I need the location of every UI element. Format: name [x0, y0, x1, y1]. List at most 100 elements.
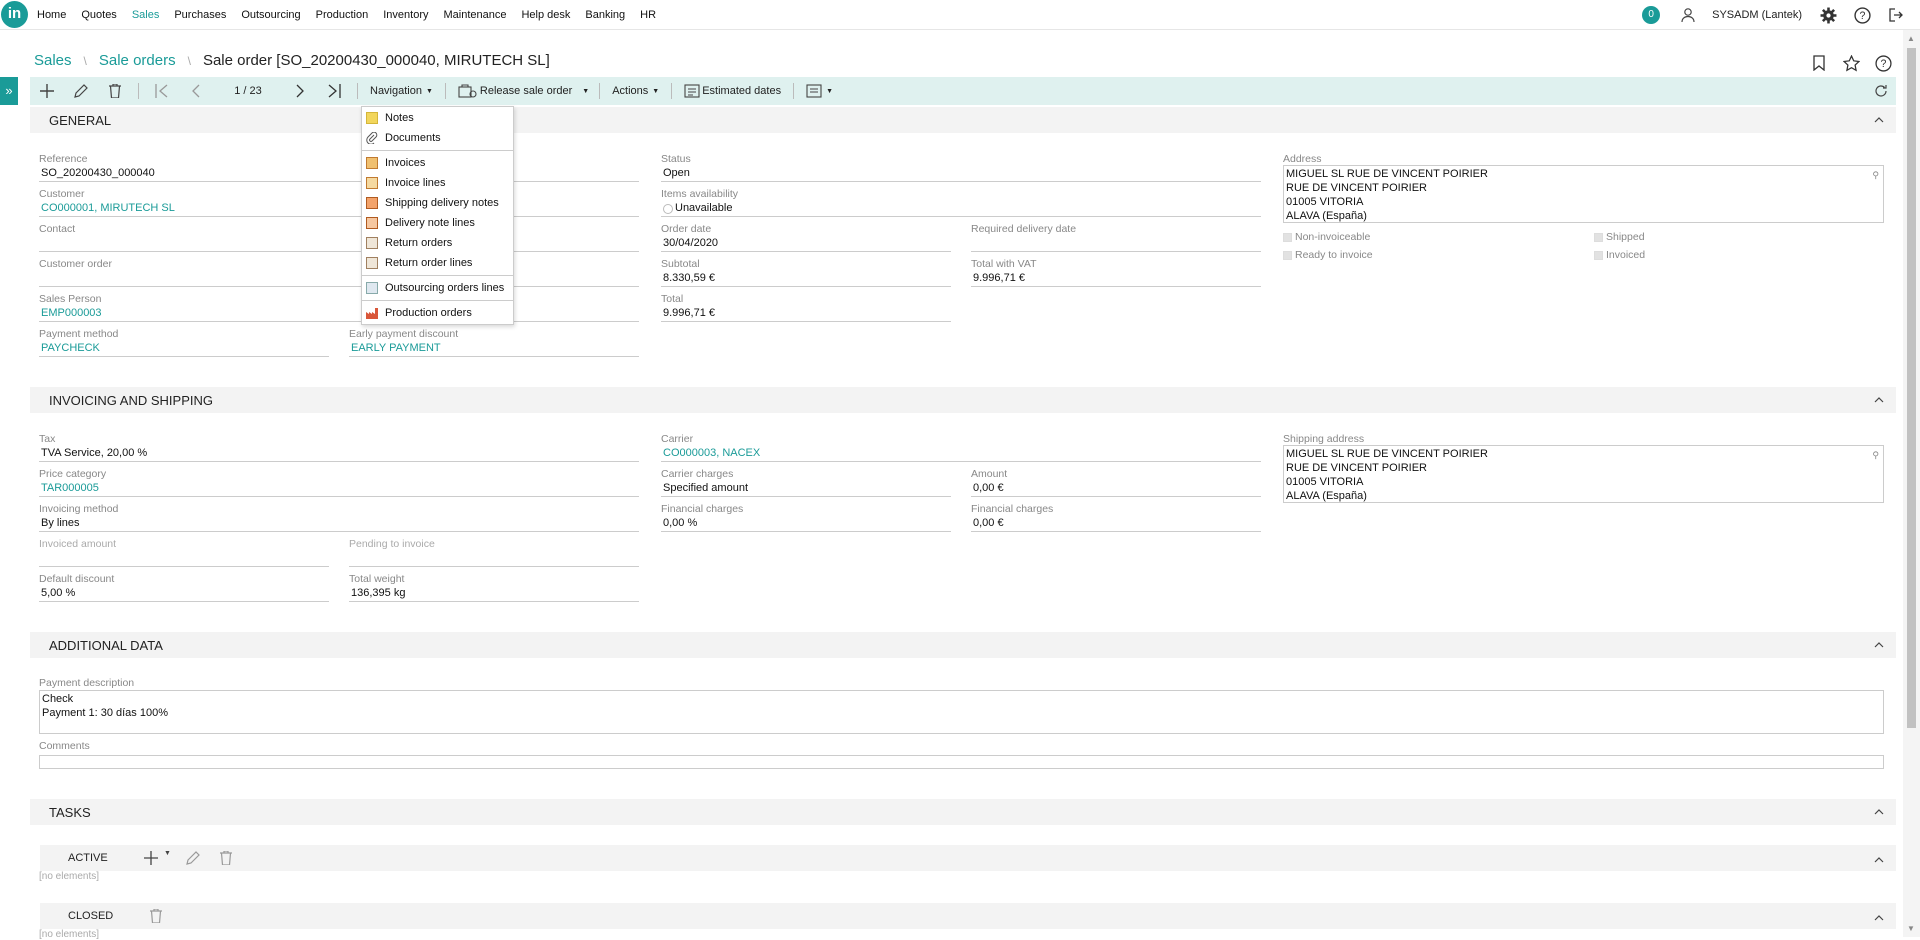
- reference-value[interactable]: SO_20200430_000040: [39, 166, 639, 182]
- edit-task-pencil-icon[interactable]: [186, 851, 200, 868]
- carrier-field: Carrier CO000003, NACEX: [661, 433, 1261, 462]
- financial-charges-amount-value[interactable]: 0,00 €: [971, 516, 1261, 532]
- release-options-dropdown[interactable]: ▼: [578, 88, 593, 95]
- invoicing-method-value[interactable]: By lines: [39, 516, 639, 532]
- add-task-icon[interactable]: [144, 851, 158, 868]
- menu-item-invoices[interactable]: Invoices: [362, 153, 513, 173]
- order-date-value[interactable]: 30/04/2020: [661, 236, 951, 252]
- menu-item-notes[interactable]: Notes: [362, 108, 513, 128]
- delete-task-trash-icon[interactable]: [150, 908, 162, 926]
- menu-item-label: Invoices: [385, 157, 426, 169]
- edit-pencil-icon[interactable]: [64, 77, 98, 105]
- menu-item-invoice-lines[interactable]: Invoice lines: [362, 173, 513, 193]
- collapse-chevron-icon[interactable]: [1874, 806, 1884, 818]
- collapse-chevron-icon[interactable]: [1874, 639, 1884, 651]
- menu-item-return-orders[interactable]: Return orders: [362, 233, 513, 253]
- map-pin-icon[interactable]: ⚲: [1872, 168, 1879, 182]
- caret-down-icon[interactable]: ▼: [164, 850, 171, 857]
- nav-sales[interactable]: Sales: [132, 9, 160, 21]
- menu-item-delivery-note-lines[interactable]: Delivery note lines: [362, 213, 513, 233]
- actions-menu-button[interactable]: Actions ▼: [606, 85, 665, 97]
- menu-item-documents[interactable]: Documents: [362, 128, 513, 148]
- amount-value[interactable]: 0,00 €: [971, 481, 1261, 497]
- map-pin-icon[interactable]: ⚲: [1872, 448, 1879, 462]
- settings-gear-icon[interactable]: [1818, 5, 1838, 25]
- nav-purchases[interactable]: Purchases: [174, 9, 226, 21]
- nav-home[interactable]: Home: [37, 9, 66, 21]
- collapse-chevron-icon[interactable]: [1874, 912, 1884, 924]
- menu-item-outsourcing-orders-lines[interactable]: Outsourcing orders lines: [362, 278, 513, 298]
- collapse-chevron-icon[interactable]: [1874, 394, 1884, 406]
- nav-maintenance[interactable]: Maintenance: [443, 9, 506, 21]
- tax-value[interactable]: TVA Service, 20,00 %: [39, 446, 639, 462]
- menu-item-shipping-delivery-notes[interactable]: Shipping delivery notes: [362, 193, 513, 213]
- toolbar-separator: [793, 83, 795, 99]
- help-icon[interactable]: ?: [1852, 5, 1872, 25]
- scroll-up-arrow-icon[interactable]: ▲: [1907, 34, 1915, 43]
- user-icon[interactable]: [1678, 5, 1698, 25]
- default-discount-value[interactable]: 5,00 %: [39, 586, 329, 602]
- tasks-section-header[interactable]: TASKS: [30, 799, 1896, 825]
- financial-charges-percent-value[interactable]: 0,00 %: [661, 516, 951, 532]
- carrier-charges-value[interactable]: Specified amount: [661, 481, 951, 497]
- scroll-down-arrow-icon[interactable]: ▼: [1907, 924, 1915, 933]
- ready-to-invoice-checkbox[interactable]: Ready to invoice: [1283, 249, 1373, 261]
- favorite-star-icon[interactable]: [1840, 52, 1862, 74]
- menu-item-return-order-lines[interactable]: Return order lines: [362, 253, 513, 273]
- address-box[interactable]: MIGUEL SL RUE DE VINCENT POIRIER RUE DE …: [1283, 165, 1884, 223]
- app-logo[interactable]: in: [1, 1, 28, 28]
- add-icon[interactable]: [30, 77, 64, 105]
- refresh-icon[interactable]: [1866, 77, 1896, 105]
- breadcrumb-sale-orders[interactable]: Sale orders: [99, 52, 176, 69]
- general-section-header[interactable]: GENERAL: [30, 107, 1896, 133]
- shipping-address-box[interactable]: MIGUEL SL RUE DE VINCENT POIRIER RUE DE …: [1283, 445, 1884, 503]
- bookmark-icon[interactable]: [1808, 52, 1830, 74]
- early-payment-link[interactable]: EARLY PAYMENT: [349, 341, 639, 357]
- shipped-checkbox[interactable]: Shipped: [1594, 231, 1645, 243]
- collapse-chevron-icon[interactable]: [1874, 114, 1884, 126]
- payment-description-textarea[interactable]: Check Payment 1: 30 días 100%: [39, 690, 1884, 734]
- scrollbar-thumb[interactable]: [1907, 48, 1916, 728]
- nav-hr[interactable]: HR: [640, 9, 656, 21]
- nav-outsourcing[interactable]: Outsourcing: [241, 9, 300, 21]
- user-name[interactable]: SYSADM (Lantek): [1712, 9, 1802, 21]
- estimated-dates-button[interactable]: Estimated dates: [678, 84, 787, 98]
- notifications-badge[interactable]: 0: [1642, 6, 1661, 24]
- invoicing-shipping-section-header[interactable]: INVOICING AND SHIPPING: [30, 387, 1896, 413]
- menu-item-label: Production orders: [385, 307, 472, 319]
- report-menu-button[interactable]: ▼: [800, 84, 839, 98]
- price-category-link[interactable]: TAR000005: [39, 481, 639, 497]
- release-sale-order-button[interactable]: Release sale order: [452, 84, 578, 98]
- nav-banking[interactable]: Banking: [585, 9, 625, 21]
- contact-value[interactable]: [39, 236, 639, 252]
- first-record-icon[interactable]: [145, 77, 179, 105]
- nav-inventory[interactable]: Inventory: [383, 9, 428, 21]
- logout-icon[interactable]: [1886, 5, 1906, 25]
- delete-trash-icon[interactable]: [98, 77, 132, 105]
- help-icon[interactable]: ?: [1872, 52, 1894, 74]
- expand-sidebar-button[interactable]: »: [0, 77, 18, 105]
- non-invoiceable-checkbox[interactable]: Non-invoiceable: [1283, 231, 1370, 243]
- breadcrumb-sales[interactable]: Sales: [34, 52, 72, 69]
- next-record-icon[interactable]: [283, 77, 317, 105]
- customer-order-value[interactable]: [39, 271, 639, 287]
- navigation-menu-button[interactable]: Navigation ▼: [364, 85, 439, 97]
- customer-link[interactable]: CO000001, MIRUTECH SL: [39, 201, 639, 217]
- previous-record-icon[interactable]: [179, 77, 213, 105]
- invoiced-checkbox[interactable]: Invoiced: [1594, 249, 1645, 261]
- carrier-link[interactable]: CO000003, NACEX: [661, 446, 1261, 462]
- nav-help-desk[interactable]: Help desk: [521, 9, 570, 21]
- nav-quotes[interactable]: Quotes: [81, 9, 116, 21]
- payment-method-link[interactable]: PAYCHECK: [39, 341, 329, 357]
- tax-field: Tax TVA Service, 20,00 %: [39, 433, 639, 462]
- nav-production[interactable]: Production: [316, 9, 369, 21]
- delete-task-trash-icon[interactable]: [220, 850, 232, 868]
- collapse-chevron-icon[interactable]: [1874, 854, 1884, 866]
- last-record-icon[interactable]: [317, 77, 351, 105]
- required-delivery-date-value[interactable]: [971, 236, 1261, 252]
- additional-data-section-header[interactable]: ADDITIONAL DATA: [30, 632, 1896, 658]
- sales-person-link[interactable]: EMP000003: [39, 306, 639, 322]
- vertical-scrollbar[interactable]: ▲ ▼: [1903, 30, 1920, 937]
- menu-item-production-orders[interactable]: Production orders: [362, 303, 513, 323]
- comments-textarea[interactable]: [39, 755, 1884, 769]
